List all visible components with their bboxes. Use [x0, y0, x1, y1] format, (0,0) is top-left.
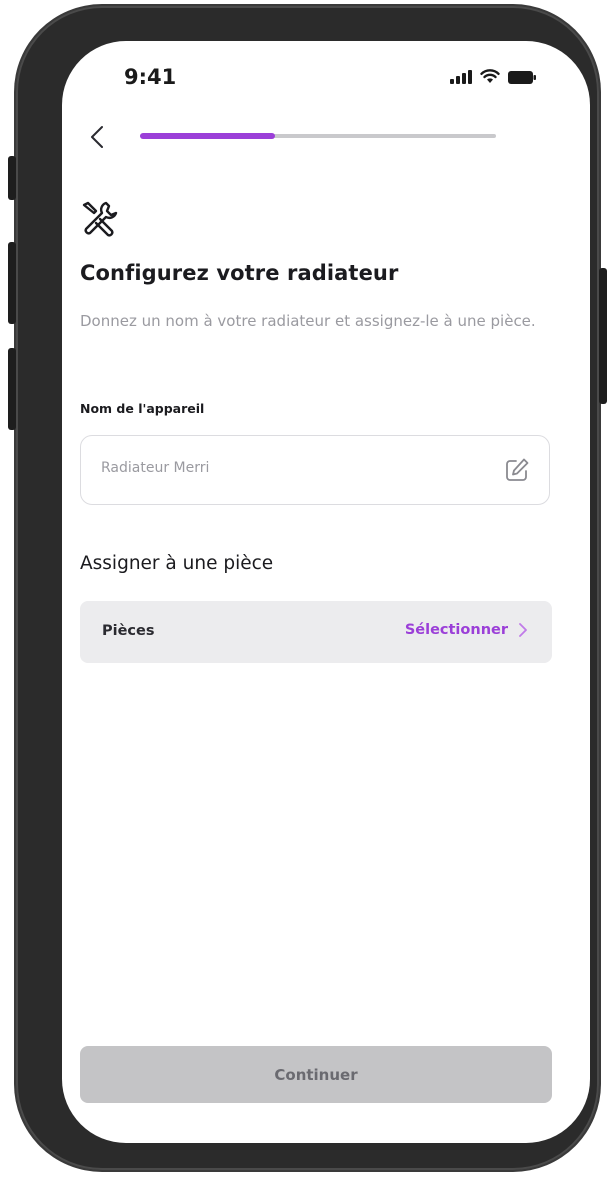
status-time: 9:41 [124, 65, 177, 89]
device-name-value[interactable]: Radiateur Merri [101, 460, 209, 476]
phone-frame: 9:41 Configurez votre radiateur Donnez u… [8, 6, 607, 1170]
app-screen: 9:41 Configurez votre radiateur Donnez u… [62, 41, 590, 1143]
page-title: Configurez votre radiateur [80, 261, 399, 285]
tools-icon [80, 199, 120, 239]
progress-bar [140, 133, 496, 139]
power-button [599, 268, 607, 404]
wifi-icon [480, 69, 500, 83]
status-icons [450, 69, 536, 84]
chevron-right-icon [519, 623, 527, 637]
mute-switch [8, 156, 16, 200]
battery-icon [508, 71, 536, 84]
room-section-title: Assigner à une pièce [80, 553, 274, 574]
volume-up-button [8, 242, 16, 324]
continue-button[interactable]: Continuer [80, 1046, 552, 1103]
select-room-button[interactable]: Sélectionner [405, 622, 528, 638]
back-button[interactable] [84, 121, 114, 153]
progress-fill [140, 133, 276, 139]
edit-icon[interactable] [503, 456, 531, 484]
signal-icon [450, 70, 472, 84]
device-name-label: Nom de l'appareil [80, 401, 205, 416]
volume-down-button [8, 348, 16, 430]
chevron-left-icon [91, 126, 103, 148]
room-row-label: Pièces [102, 623, 155, 639]
select-room-label: Sélectionner [404, 622, 508, 638]
page-subtitle: Donnez un nom à votre radiateur et assig… [80, 312, 536, 330]
device-name-field[interactable]: Radiateur Merri [80, 435, 550, 505]
room-select-row[interactable]: Pièces Sélectionner [80, 601, 552, 663]
